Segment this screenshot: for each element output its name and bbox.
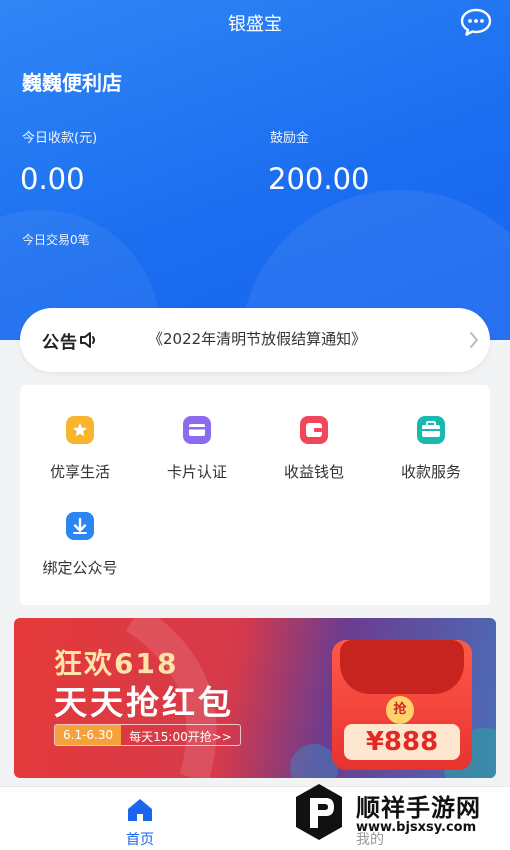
watermark-url: www.bjsxsy.com — [356, 820, 477, 835]
bonus-label: 鼓励金 — [270, 131, 310, 146]
service-label: 收益钱包 — [283, 463, 344, 481]
notice-badge: 公告 — [42, 328, 100, 353]
red-envelope-flap — [340, 640, 464, 694]
service-label: 优享生活 — [49, 463, 110, 481]
notice-badge-label: 公告 — [42, 332, 78, 353]
app-title: 银盛宝 — [228, 14, 282, 35]
today-income-value[interactable]: 0.00 — [20, 162, 85, 196]
tab-home-label: 首页 — [126, 832, 154, 848]
watermark: 顺祥手游网 www.bjsxsy.com — [290, 780, 505, 846]
service-label: 绑定公众号 — [42, 559, 118, 577]
chevron-right-icon — [470, 332, 478, 348]
star-icon — [66, 416, 94, 444]
bonus-value[interactable]: 200.00 — [268, 162, 369, 196]
today-trades-count: 今日交易0笔 — [22, 233, 90, 247]
service-bind-official[interactable]: 绑定公众号 — [20, 481, 140, 577]
download-icon — [66, 512, 94, 540]
service-card-auth[interactable]: 卡片认证 — [137, 385, 257, 481]
wallet-icon — [300, 416, 328, 444]
header-panel: 银盛宝 巍巍便利店 今日收款(元) 0.00 鼓励金 200.00 今日交易0笔 — [0, 0, 510, 340]
message-icon[interactable] — [460, 8, 492, 36]
home-icon — [128, 799, 152, 821]
services-grid: 优享生活 卡片认证 收益钱包 收款服务 绑定公众号 — [20, 385, 490, 605]
service-collect[interactable]: 收款服务 — [371, 385, 491, 481]
service-label: 卡片认证 — [166, 463, 227, 481]
briefcase-icon — [417, 416, 445, 444]
tab-home[interactable]: 首页 — [110, 791, 170, 848]
promo-banner[interactable]: 狂欢618 天天抢红包 6.1-6.30 每天15:00开抢>> 抢 ¥888 — [14, 618, 496, 778]
banner-date: 6.1-6.30 — [55, 725, 122, 745]
service-label: 收款服务 — [400, 463, 461, 481]
service-youxiang[interactable]: 优享生活 — [20, 385, 140, 481]
notice-bar[interactable]: 公告 《2022年清明节放假结算通知》 — [20, 308, 490, 372]
today-income-label: 今日收款(元) — [22, 131, 98, 146]
card-icon — [183, 416, 211, 444]
banner-tag: 6.1-6.30 每天15:00开抢>> — [54, 724, 241, 746]
speaker-icon — [80, 332, 95, 348]
banner-amount: ¥888 — [344, 724, 460, 760]
notice-text: 《2022年清明节放假结算通知》 — [148, 330, 367, 348]
watermark-name: 顺祥手游网 — [356, 794, 481, 822]
banner-subtitle: 天天抢红包 — [54, 683, 234, 722]
site-logo — [296, 784, 342, 840]
service-wallet[interactable]: 收益钱包 — [254, 385, 374, 481]
banner-time: 每天15:00开抢>> — [129, 730, 232, 744]
grab-coin: 抢 — [386, 696, 414, 724]
store-name: 巍巍便利店 — [22, 71, 122, 95]
